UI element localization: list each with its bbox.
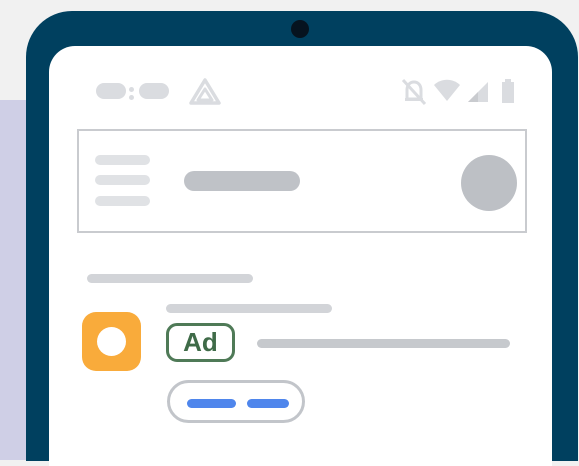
status-pill-right [139, 83, 169, 99]
menu-icon-line [95, 175, 150, 185]
battery-icon [502, 79, 514, 103]
signal-icon [468, 82, 488, 102]
app-icon[interactable] [82, 312, 141, 371]
app-triangle-icon [189, 78, 221, 105]
app-icon-circle [97, 327, 126, 356]
status-bar [49, 46, 552, 116]
front-camera [291, 20, 309, 38]
chip-label-placeholder [247, 399, 289, 408]
ad-badge: Ad [166, 323, 235, 362]
ad-description-placeholder [257, 339, 510, 348]
phone-frame: Ad [26, 11, 578, 466]
status-dot [129, 95, 134, 100]
chip-label-placeholder [187, 399, 236, 408]
section-title-placeholder [87, 274, 253, 283]
ad-headline-placeholder [166, 304, 332, 313]
phone-screen: Ad [49, 46, 552, 466]
menu-icon-line [95, 155, 150, 165]
menu-icon-line [95, 196, 150, 206]
search-text-placeholder [184, 171, 300, 191]
status-pill-left [96, 83, 126, 99]
ad-action-chip[interactable] [167, 380, 305, 423]
bell-off-icon [401, 78, 427, 106]
status-dot [129, 87, 134, 92]
search-bar[interactable] [77, 129, 527, 233]
avatar[interactable] [461, 155, 517, 211]
wifi-icon [434, 79, 460, 101]
